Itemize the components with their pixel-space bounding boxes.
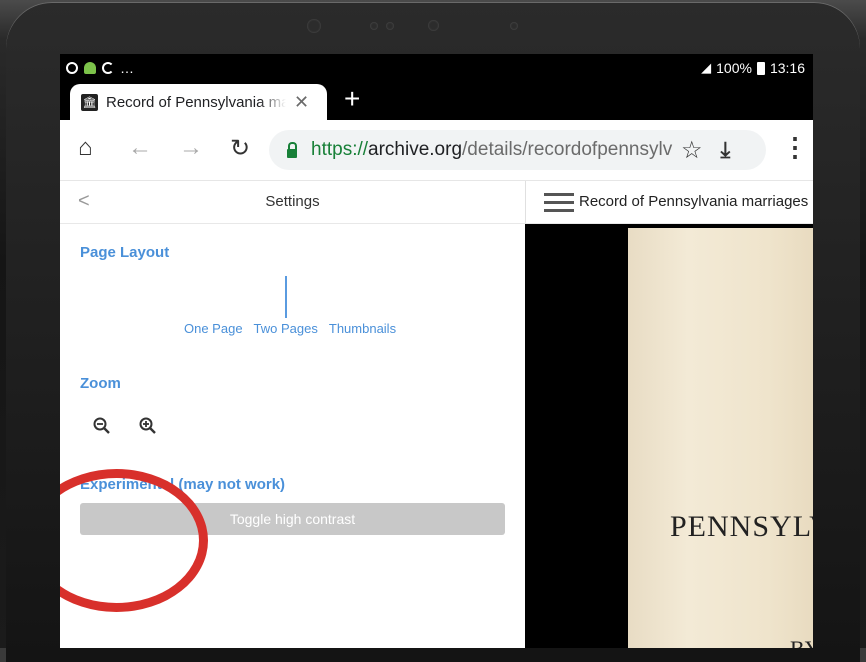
address-bar[interactable]: https://archive.org/details/recordofpenn… [269, 130, 766, 170]
archive-favicon-icon: 🏛 [81, 93, 98, 111]
more-notifications-icon: … [120, 60, 134, 76]
book-title: Record of Pennsylvania marriages prior t… [579, 193, 813, 210]
sensor-icon [510, 22, 518, 30]
sensor-icon [370, 22, 378, 30]
battery-percent: 100% [716, 60, 752, 76]
tab-strip: 🏛 Record of Pennsylvania marriages prior… [60, 82, 813, 120]
zoom-heading: Zoom [80, 375, 121, 392]
settings-panel: < Settings Page Layout One Page Two Page… [60, 181, 525, 648]
camera-lens-icon [428, 20, 439, 31]
settings-title: Settings [265, 193, 320, 210]
close-tab-icon[interactable]: ✕ [294, 92, 309, 113]
battery-icon [756, 61, 765, 75]
front-camera-icon [307, 19, 321, 33]
clock: 13:16 [769, 60, 805, 76]
data-saver-icon [66, 62, 78, 74]
page-fragment-text: BY [790, 636, 813, 648]
new-tab-button[interactable]: + [344, 83, 360, 115]
toggle-high-contrast-button[interactable]: Toggle high contrast [80, 503, 505, 535]
download-icon[interactable]: ⤓ [721, 137, 731, 163]
zoom-out-icon[interactable] [92, 416, 112, 441]
bookmark-star-icon[interactable]: ☆ [681, 136, 703, 165]
tab-title: Record of Pennsylvania marriages prior t… [106, 93, 286, 111]
layout-option-thumbnails[interactable]: Thumbnails [329, 321, 396, 336]
url-text: https://archive.org/details/recordofpenn… [311, 139, 673, 160]
book-page-image[interactable]: PENNSYLVANIA BY [628, 228, 813, 648]
wifi-signal-icon: ◢ [701, 60, 712, 75]
reload-icon[interactable]: ↻ [230, 134, 250, 163]
selected-layout-indicator [285, 276, 287, 318]
status-bar: … ◢ 100% 13:16 [60, 54, 813, 82]
settings-header: < Settings [60, 181, 525, 224]
overflow-menu-icon[interactable]: ⋮ [782, 132, 808, 163]
layout-option-two-pages[interactable]: Two Pages [254, 321, 318, 336]
hamburger-menu-icon[interactable] [544, 193, 574, 212]
sensor-icon [386, 22, 394, 30]
zoom-in-icon[interactable] [138, 416, 158, 441]
layout-option-one-page[interactable]: One Page [184, 321, 243, 336]
page-heading-text: PENNSYLVANIA [670, 510, 813, 543]
home-icon[interactable]: ⌂ [78, 134, 93, 162]
browser-toolbar: ⌂ ← → ↻ https://archive.org/details/reco… [60, 120, 813, 181]
tablet-screen: … ◢ 100% 13:16 🏛 Record of Pennsylvania … [60, 54, 813, 648]
browser-tab[interactable]: 🏛 Record of Pennsylvania marriages prior… [70, 84, 327, 120]
page-layout-heading: Page Layout [80, 244, 170, 261]
book-viewer[interactable]: PENNSYLVANIA BY [525, 224, 813, 648]
forward-arrow-icon[interactable]: → [179, 134, 203, 162]
viewer-header: Record of Pennsylvania marriages prior t… [525, 181, 813, 224]
lock-icon [287, 141, 297, 158]
experimental-heading: Experimental (may not work) [80, 476, 286, 493]
back-arrow-icon[interactable]: ← [128, 134, 152, 162]
sync-icon [102, 62, 114, 74]
layout-options: One Page Two Pages Thumbnails [184, 321, 407, 336]
android-icon [84, 62, 96, 74]
